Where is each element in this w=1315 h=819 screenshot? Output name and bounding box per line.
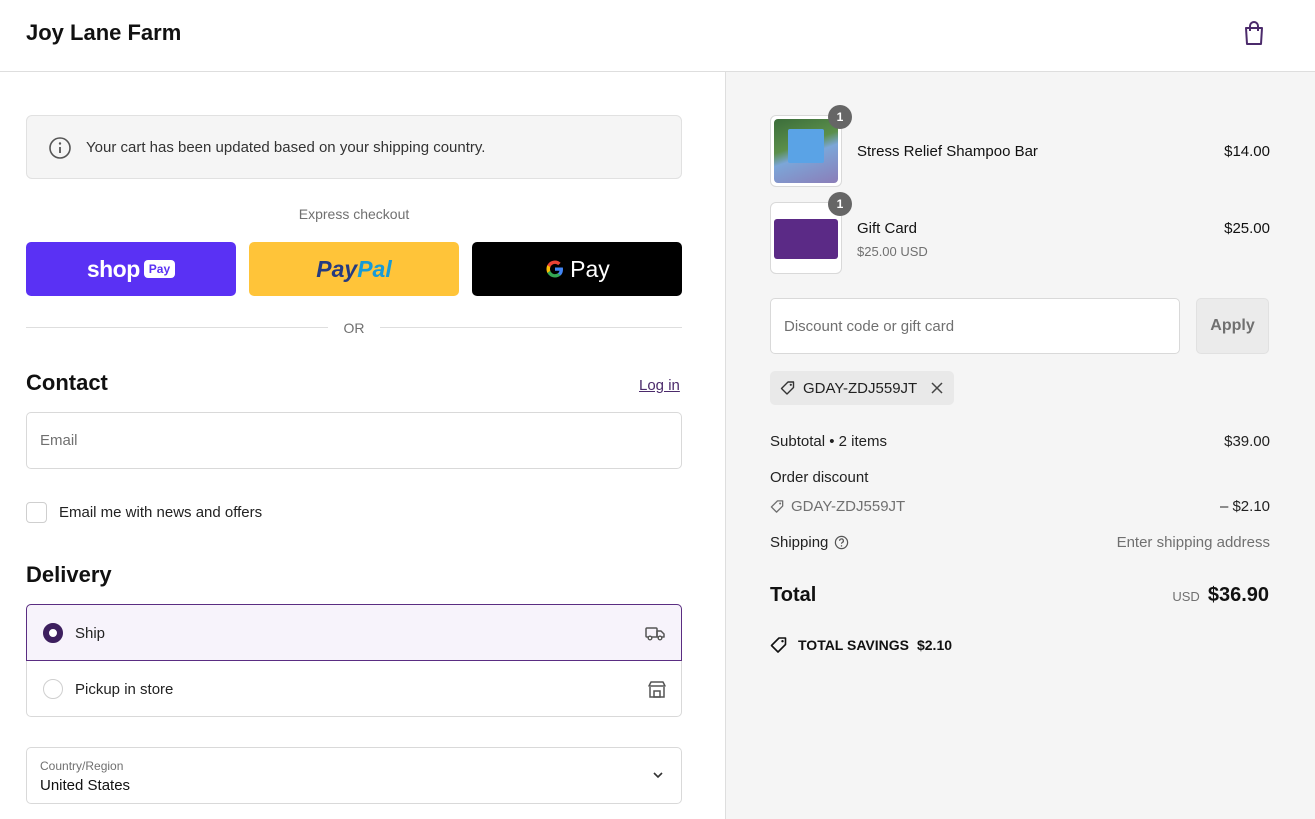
shop-pay-button[interactable]: shop Pay bbox=[26, 242, 236, 296]
cart-item: 1 Stress Relief Shampoo Bar $14.00 bbox=[770, 105, 1270, 187]
help-icon[interactable] bbox=[834, 535, 849, 550]
pickup-radio[interactable] bbox=[43, 679, 63, 699]
discount-input[interactable] bbox=[771, 299, 1179, 353]
total-value-group: USD $36.90 bbox=[1172, 584, 1269, 607]
shipping-value: Enter shipping address bbox=[1116, 534, 1270, 551]
pickup-label: Pickup in store bbox=[75, 681, 174, 698]
shampoo-bar-image bbox=[774, 119, 838, 183]
truck-icon bbox=[645, 627, 665, 641]
item-price: $25.00 bbox=[1224, 220, 1270, 237]
email-input[interactable] bbox=[27, 413, 681, 468]
subtotal-label: Subtotal • 2 items bbox=[770, 433, 887, 450]
gift-card-image bbox=[774, 206, 838, 270]
order-summary: 1 Stress Relief Shampoo Bar $14.00 1 Gif… bbox=[725, 72, 1315, 819]
subtotal-value: $39.00 bbox=[1224, 433, 1270, 450]
savings-value: $2.10 bbox=[916, 637, 953, 653]
google-pay-button[interactable]: Pay bbox=[472, 242, 682, 296]
total-currency: USD bbox=[1172, 589, 1200, 604]
total-savings: TOTAL SAVINGS $2.10 bbox=[770, 636, 952, 654]
express-checkout-label: Express checkout bbox=[298, 206, 410, 222]
shop-pay-badge: Pay bbox=[143, 260, 176, 278]
applied-code: GDAY-ZDJ559JT bbox=[803, 379, 918, 397]
paypal-button[interactable]: Pay Pal bbox=[249, 242, 459, 296]
quantity-badge: 1 bbox=[828, 192, 852, 216]
remove-code-icon[interactable] bbox=[930, 381, 944, 395]
discount-field[interactable] bbox=[770, 298, 1180, 354]
checkout-form: Your cart has been updated based on your… bbox=[0, 72, 725, 819]
store-brand[interactable]: Joy Lane Farm bbox=[26, 20, 181, 46]
or-divider: OR bbox=[26, 318, 682, 338]
email-field[interactable] bbox=[26, 412, 682, 469]
google-pay-word: Pay bbox=[570, 255, 610, 282]
contact-heading: Contact bbox=[26, 370, 108, 395]
header: Joy Lane Farm bbox=[0, 0, 1315, 72]
item-price: $14.00 bbox=[1224, 143, 1270, 160]
banner-text: Your cart has been updated based on your… bbox=[86, 139, 486, 156]
item-name: Gift Card bbox=[857, 220, 918, 237]
cart-item: 1 Gift Card $25.00 USD $25.00 bbox=[770, 192, 1270, 274]
applied-discount-tag: GDAY-ZDJ559JT bbox=[770, 371, 955, 405]
item-subtext: $25.00 USD bbox=[857, 244, 928, 259]
store-icon bbox=[648, 681, 666, 698]
item-name: Stress Relief Shampoo Bar bbox=[857, 143, 1038, 160]
apply-button[interactable]: Apply bbox=[1196, 298, 1269, 354]
tag-icon bbox=[770, 500, 784, 513]
shop-pay-word: shop bbox=[86, 255, 140, 282]
newsletter-label[interactable]: Email me with news and offers bbox=[59, 504, 262, 521]
country-value: United States bbox=[40, 777, 131, 794]
discount-code: GDAY-ZDJ559JT bbox=[791, 498, 906, 515]
or-text: OR bbox=[343, 320, 365, 336]
delivery-option-pickup[interactable]: Pickup in store bbox=[27, 661, 683, 717]
order-discount-row: Order discount bbox=[770, 469, 1270, 486]
discount-code-row: GDAY-ZDJ559JT – $2.10 bbox=[770, 498, 1270, 518]
login-link[interactable]: Log in bbox=[639, 377, 680, 394]
shopping-bag-icon[interactable] bbox=[1242, 20, 1266, 46]
info-icon bbox=[49, 137, 71, 159]
google-g-icon bbox=[546, 260, 564, 278]
delivery-method-group: Ship Pickup in store bbox=[26, 604, 682, 717]
discount-value: – $2.10 bbox=[1219, 498, 1270, 515]
delivery-option-ship[interactable]: Ship bbox=[26, 604, 682, 661]
ship-radio[interactable] bbox=[43, 623, 63, 643]
chevron-down-icon bbox=[653, 772, 663, 779]
country-select[interactable]: Country/Region United States bbox=[26, 747, 682, 804]
order-discount-label: Order discount bbox=[770, 469, 869, 486]
product-thumbnail: 1 bbox=[770, 192, 852, 274]
product-thumbnail: 1 bbox=[770, 105, 852, 187]
ship-label: Ship bbox=[75, 625, 106, 642]
tag-icon bbox=[780, 381, 795, 395]
paypal-word-2: Pal bbox=[357, 255, 392, 282]
cart-updated-banner: Your cart has been updated based on your… bbox=[26, 115, 682, 179]
paypal-word-1: Pay bbox=[316, 255, 358, 282]
shipping-label: Shipping bbox=[770, 534, 829, 551]
newsletter-checkbox[interactable] bbox=[26, 502, 47, 523]
quantity-badge: 1 bbox=[828, 105, 852, 129]
savings-tag-icon bbox=[770, 637, 787, 653]
total-label: Total bbox=[770, 584, 817, 606]
shipping-row: Shipping Enter shipping address bbox=[770, 534, 1270, 551]
savings-label: TOTAL SAVINGS bbox=[798, 637, 909, 653]
total-value: $36.90 bbox=[1207, 584, 1269, 606]
delivery-heading: Delivery bbox=[26, 562, 112, 587]
country-label: Country/Region bbox=[40, 759, 124, 773]
subtotal-row: Subtotal • 2 items $39.00 bbox=[770, 433, 1270, 450]
